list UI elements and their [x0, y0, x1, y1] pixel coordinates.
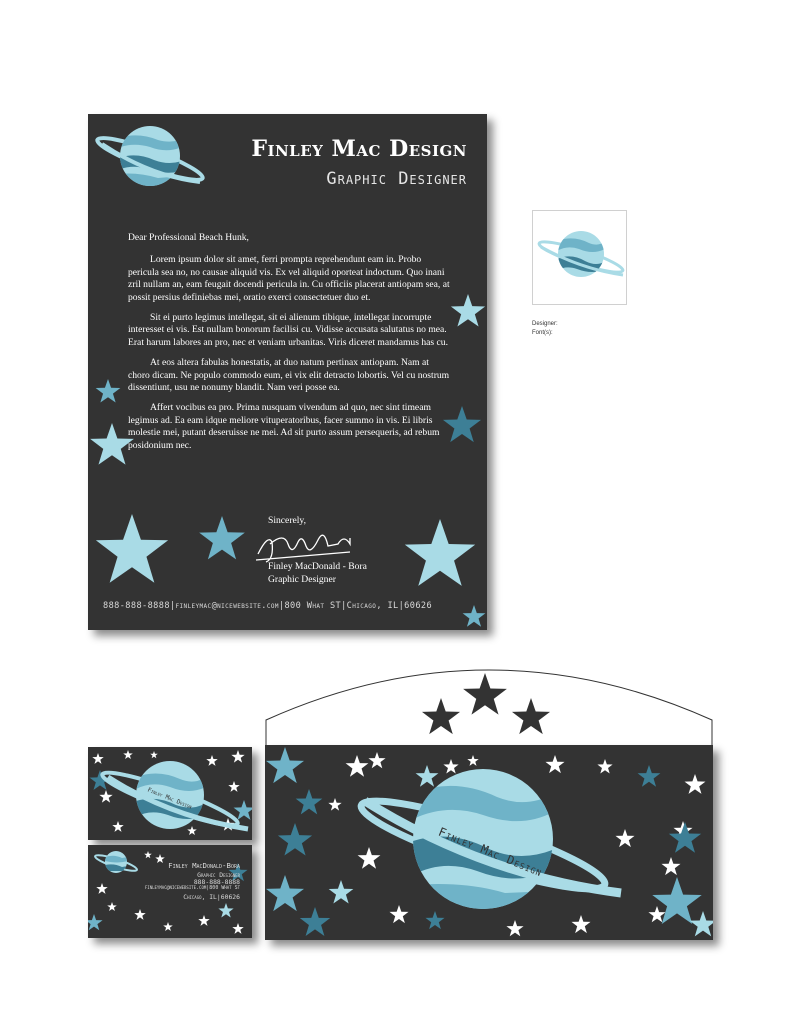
card-back-artwork	[85, 851, 248, 934]
star-icon	[295, 789, 323, 815]
paragraph: Sit ei purto legimus intellegat, sit ei …	[128, 312, 448, 348]
star-icon	[277, 823, 313, 856]
business-card-back: Finley MacDonald-Bora Graphic Designer 8…	[85, 845, 252, 938]
star-icon	[689, 911, 717, 937]
signature	[255, 534, 351, 563]
card-city: Chicago, IL|60626	[183, 893, 240, 901]
star-icon	[265, 875, 305, 912]
paragraph: Lorem ipsum dolor sit amet, ferri prompt…	[128, 254, 450, 303]
star-icon	[415, 765, 439, 787]
paragraph: At eos altera fabulas honestatis, at duo…	[128, 357, 450, 394]
letterhead: Finley Mac Design Graphic Designer Dear …	[88, 114, 487, 630]
star-icon	[328, 880, 354, 904]
envelope-flap	[265, 669, 713, 749]
paragraph: Affert vocibus ea pro. Prima nusquam viv…	[128, 402, 440, 451]
card-name: Finley MacDonald-Bora	[168, 861, 240, 870]
card-front-artwork	[89, 750, 255, 836]
fonts-label: Font(s):	[532, 330, 553, 336]
signature-title: Graphic Designer	[268, 574, 336, 585]
salutation: Dear Professional Beach Hunk,	[128, 232, 249, 243]
business-card-front: Finley Mac Design	[88, 747, 255, 840]
signature-name: Finley MacDonald - Bora	[268, 561, 367, 572]
planet-logo-icon	[537, 231, 625, 277]
star-icon	[95, 379, 121, 403]
designer-role: Graphic Designer	[326, 169, 467, 189]
star-icon	[265, 747, 305, 784]
star-icon	[425, 911, 445, 930]
planet-logo	[357, 769, 622, 909]
designer-label: Designer:	[532, 321, 558, 327]
card-email-address: finleymac@nicewebsite.com|800 What St	[144, 885, 240, 891]
star-icon	[450, 294, 486, 327]
star-icon	[199, 516, 245, 560]
envelope: Finley Mac Design	[265, 745, 717, 940]
letter-body: Dear Professional Beach Hunk, Lorem ipsu…	[128, 232, 453, 460]
star-icon	[462, 605, 486, 627]
star-icon	[637, 765, 661, 787]
company-name: Finley Mac Design	[251, 136, 467, 162]
envelope-artwork	[265, 747, 717, 937]
star-icon	[95, 514, 169, 583]
star-icon	[299, 907, 331, 936]
planet-logo	[95, 126, 205, 186]
contact-footer: 888-888-8888|finleymac@nicewebsite.com|8…	[103, 601, 433, 611]
closing: Sincerely,	[268, 515, 307, 526]
logo-preview	[532, 210, 627, 305]
star-icon	[668, 822, 702, 853]
star-icon	[404, 519, 476, 586]
